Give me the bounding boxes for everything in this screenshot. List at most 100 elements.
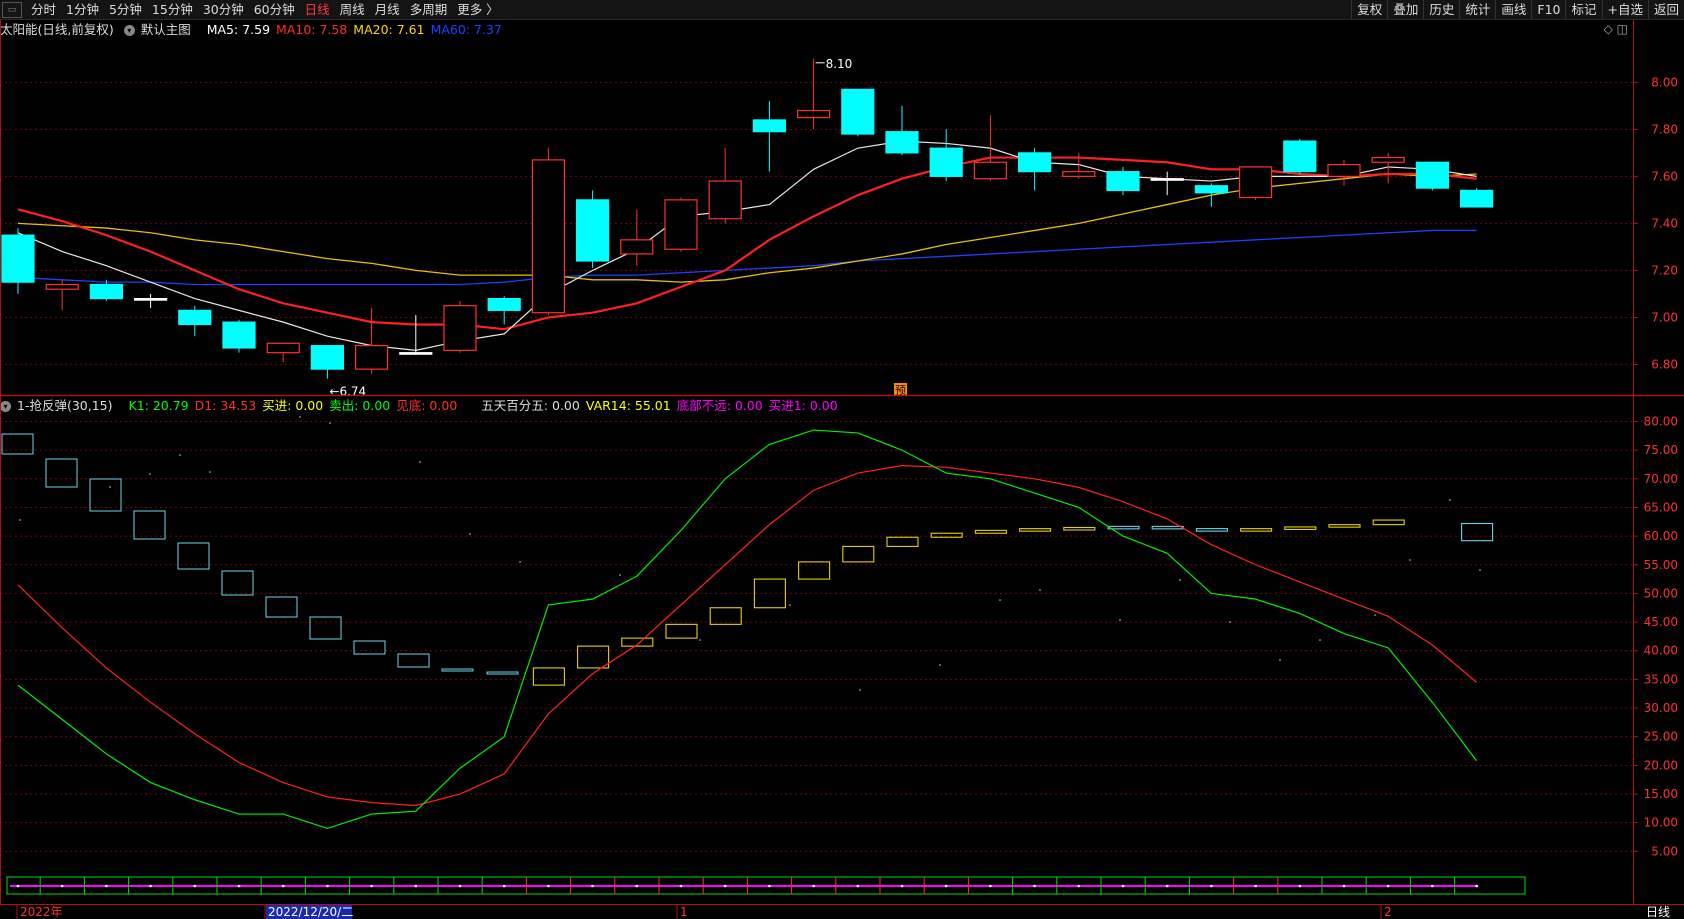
- indicator-plot: [1, 416, 1526, 895]
- ma-value-3: MA60: 7.37: [430, 22, 502, 37]
- indicator-dot: [619, 574, 621, 576]
- template-selector[interactable]: ▾ 默认主图: [123, 22, 197, 37]
- signal-dot: [149, 884, 152, 888]
- toolbar-button-7[interactable]: +自选: [1601, 0, 1648, 19]
- period-tab-3[interactable]: 15分钟: [147, 0, 198, 19]
- toolbar-button-1[interactable]: 叠加: [1387, 0, 1423, 19]
- candle-body: [664, 199, 698, 250]
- signal-dot: [370, 884, 373, 888]
- indicator-selector[interactable]: ▾ 1-抢反弹(30,15): [0, 398, 119, 413]
- signal-dot: [1165, 884, 1169, 888]
- signal-dot: [547, 884, 550, 888]
- candle-body: [1327, 164, 1361, 177]
- indicator-dot: [109, 486, 111, 488]
- indicator-value-4: 见底: 0.00: [396, 398, 458, 413]
- var14-box: [665, 623, 698, 639]
- indicator-value-0: K1: 20.79: [128, 398, 189, 413]
- candle-body: [222, 321, 256, 349]
- signal-dot: [723, 884, 727, 888]
- var14-box: [577, 645, 610, 669]
- var-box: [397, 653, 430, 668]
- candle-body: [310, 345, 344, 370]
- signal-dot: [458, 884, 462, 888]
- period-tab-6[interactable]: 日线: [300, 0, 335, 19]
- period-tab-0[interactable]: 分时: [26, 0, 61, 19]
- chart-option-icons[interactable]: ◇ ◫: [1604, 22, 1628, 36]
- signal-dot: [326, 884, 329, 888]
- price-plot: 8.10←6.74 预: [1, 57, 1494, 399]
- d1-line: [17, 464, 1477, 807]
- period-tab-2[interactable]: 5分钟: [104, 0, 147, 19]
- ma10-line: [17, 156, 1477, 331]
- indicator-value-8: 买进1: 0.00: [768, 398, 838, 413]
- indicator-dot: [789, 604, 791, 606]
- toolbar-right-buttons: 复权 叠加 历史 统计 画线 F10 标记 +自选 返回: [1351, 0, 1684, 19]
- signal-dot: [812, 884, 815, 888]
- forecast-badge: [894, 383, 907, 396]
- stock-chart[interactable]: 8.10←6.74 预 8.007.807.607.407.207.006.808…: [0, 0, 1684, 919]
- indicator-name: 1-抢反弹(30,15): [17, 398, 113, 413]
- period-tab-7[interactable]: 周线: [335, 0, 370, 19]
- period-tab-1[interactable]: 1分钟: [61, 0, 104, 19]
- indicator-values: K1: 20.79 D1: 34.53 买进: 0.00 卖出: 0.00 见底: 0.…: [129, 398, 844, 413]
- signal-dot: [679, 884, 683, 888]
- chart-axes: 8.00 7.80 7.60 7.40 7.20 7.00 6.80 80.00 75.00 70…: [0, 20, 1684, 919]
- indicator-info: ▾ 1-抢反弹(30,15) K1: 20.79 D1: 34.53 买进: 0.00…: [0, 397, 850, 415]
- candle-body: [89, 283, 124, 300]
- var14-box: [930, 532, 963, 538]
- time-axis-label: 2022/12/20/二: [268, 905, 353, 919]
- var-box: [221, 570, 254, 596]
- var14-box: [1195, 528, 1228, 532]
- candle-body: [752, 119, 787, 133]
- k1-line: [17, 429, 1478, 830]
- period-tab-5[interactable]: 60分钟: [249, 0, 300, 19]
- var14-box: [1372, 519, 1405, 526]
- indicator-tick-label: 40.00: [1644, 644, 1678, 658]
- signal-dot: [502, 884, 506, 888]
- var14-box: [1019, 528, 1052, 532]
- signal-bar: [6, 876, 1526, 895]
- indicator-tick-label: 60.00: [1644, 529, 1678, 543]
- price-tick-label: 7.60: [1651, 169, 1678, 183]
- candle-body: [443, 305, 477, 351]
- candle-body: [841, 88, 875, 135]
- signal-dot: [281, 884, 285, 888]
- period-toolbar: ▭ 分时 1分钟 5分钟 15分钟 30分钟 60分钟 日线 周线 月线 多周期 更多 〉 复权 叠加…: [0, 0, 1684, 20]
- indicator-tick-label: 10.00: [1644, 816, 1678, 830]
- signal-dot: [1254, 884, 1257, 888]
- indicator-tick-label: 25.00: [1644, 730, 1678, 744]
- indicator-dot: [1179, 579, 1181, 581]
- indicator-dot: [419, 461, 421, 463]
- candle-body: [1283, 140, 1317, 173]
- candle-body: [1459, 189, 1494, 208]
- period-tab-9[interactable]: 多周期: [405, 0, 453, 19]
- toolbar-button-5[interactable]: F10: [1531, 0, 1565, 19]
- ma5-line: [17, 140, 1477, 351]
- candle-body: [620, 239, 654, 255]
- period-tab-10[interactable]: 更多 〉: [452, 0, 503, 19]
- signal-dot: [1121, 884, 1125, 888]
- toolbar-button-8[interactable]: 返回: [1647, 0, 1684, 19]
- toolbar-button-2[interactable]: 历史: [1423, 0, 1459, 19]
- system-menu-icon[interactable]: ▭: [2, 1, 22, 18]
- signal-dot: [237, 884, 241, 888]
- indicator-tick-label: 35.00: [1644, 672, 1678, 686]
- signal-dot: [989, 884, 992, 888]
- toolbar-button-6[interactable]: 标记: [1565, 0, 1601, 19]
- candle-body: [708, 180, 742, 220]
- indicator-dot: [209, 471, 211, 473]
- chevron-down-icon: ▾: [0, 401, 11, 412]
- toolbar-button-4[interactable]: 画线: [1495, 0, 1531, 19]
- signal-dot: [414, 884, 418, 888]
- indicator-value-1: D1: 34.53: [194, 398, 257, 413]
- chart-grid: [0, 81, 1633, 852]
- indicator-dot: [859, 689, 861, 691]
- period-tab-4[interactable]: 30分钟: [198, 0, 249, 19]
- var14-box: [842, 545, 875, 563]
- period-tab-8[interactable]: 月线: [370, 0, 405, 19]
- indicator-dot: [1039, 589, 1041, 591]
- var14-box: [886, 536, 919, 547]
- toolbar-button-0[interactable]: 复权: [1351, 0, 1387, 19]
- toolbar-button-3[interactable]: 统计: [1459, 0, 1495, 19]
- candle-body: [1062, 171, 1096, 177]
